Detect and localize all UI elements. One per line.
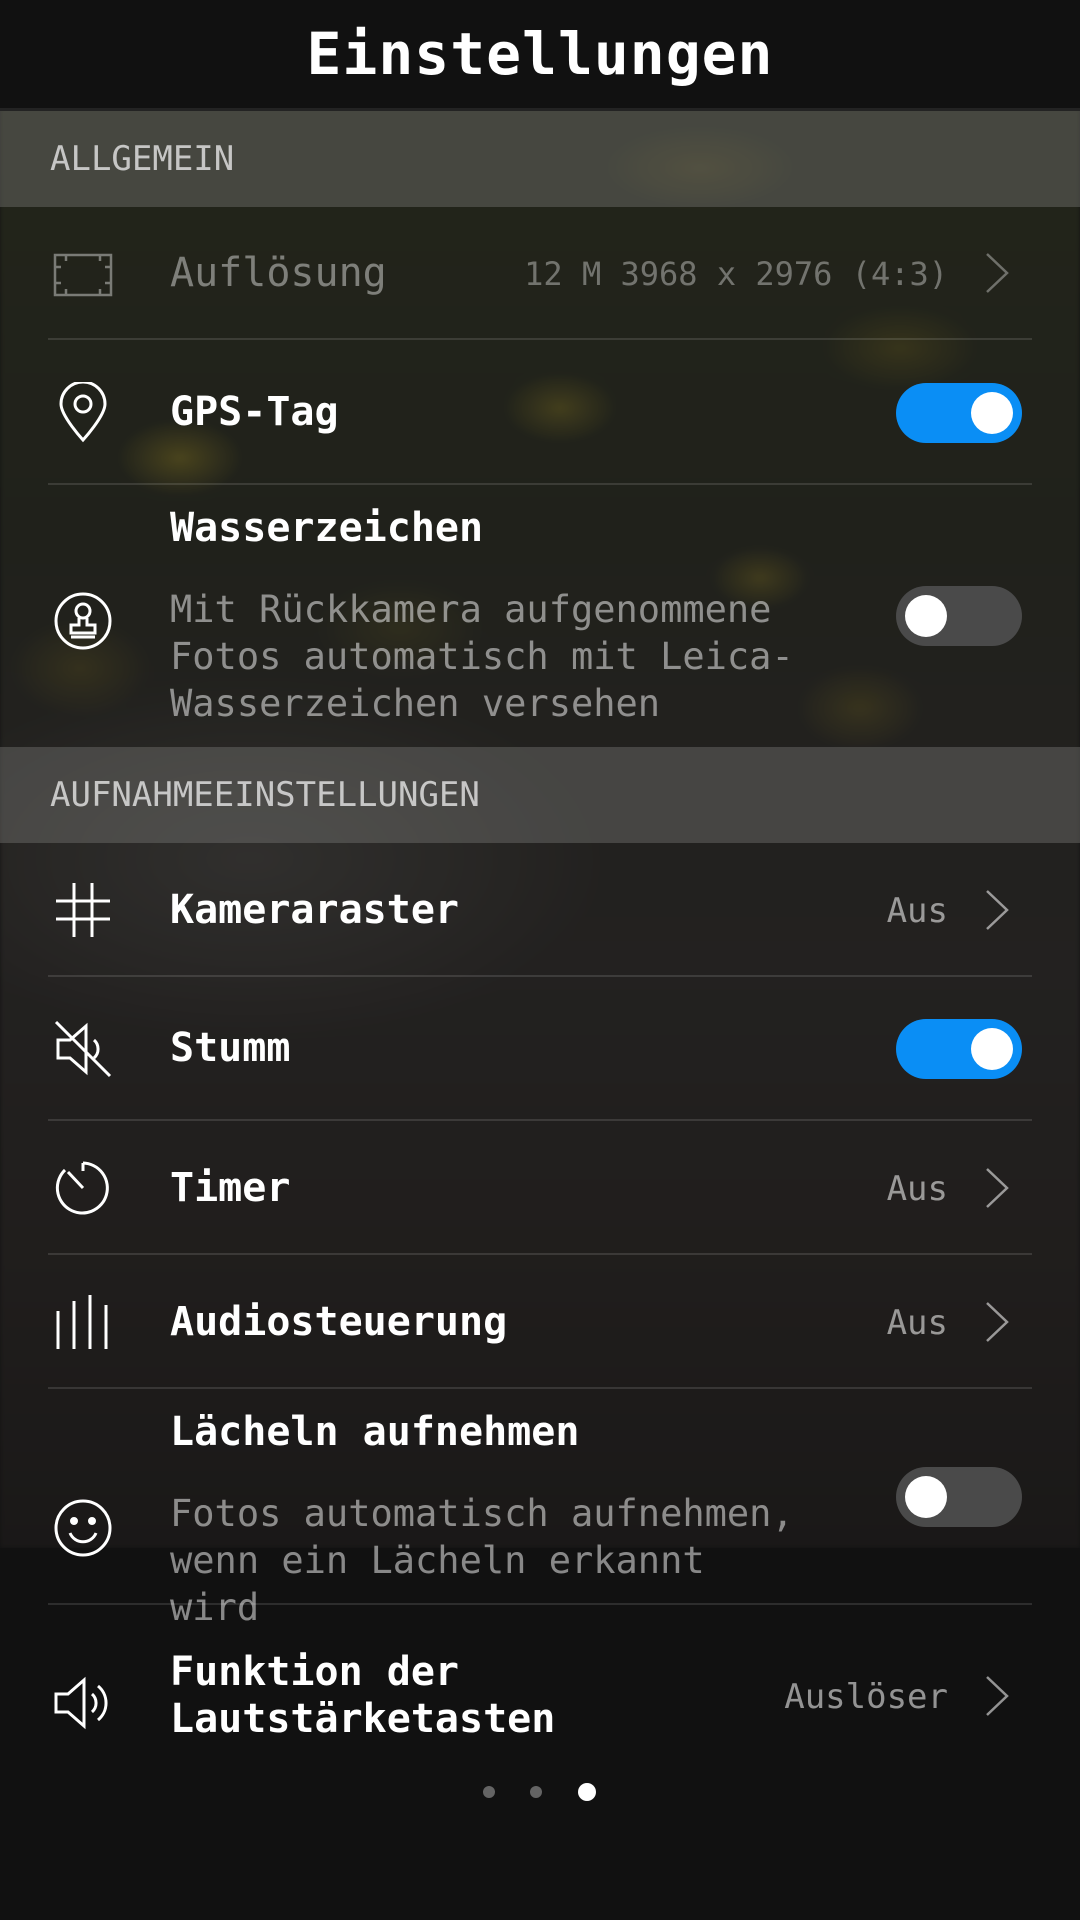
chevron-right-icon [984,251,1010,295]
settings-row-camera-grid[interactable]: Kameraraster Aus [0,843,1080,977]
page-dot[interactable] [483,1786,495,1798]
title-bar: Einstellungen [0,0,1080,111]
smiley-icon [52,1497,114,1559]
settings-row-mute[interactable]: Stumm [0,977,1080,1121]
toggle-knob [905,595,947,637]
settings-row-watermark[interactable]: Wasserzeichen Mit Rückkamera aufgenommen… [0,485,1080,747]
grid-icon [52,879,114,941]
mute-label: Stumm [170,1025,291,1071]
resolution-value: 12 M 3968 x 2976 (4:3) [524,255,948,293]
resolution-label: Auflösung [170,250,387,296]
stamp-icon [52,590,114,652]
watermark-label: Wasserzeichen [170,505,484,551]
mute-toggle[interactable] [896,1019,1022,1079]
chevron-right-icon [984,1674,1010,1718]
watermark-description-line: Wasserzeichen versehen [170,682,661,725]
chevron-right-icon [984,1300,1010,1344]
volume-keys-value: Auslöser [784,1677,948,1717]
audio-control-label: Audiosteuerung [170,1299,508,1345]
settings-row-timer[interactable]: Timer Aus [0,1121,1080,1255]
chevron-right-icon [984,888,1010,932]
settings-row-volume-keys[interactable]: Funktion der Lautstärketasten Auslöser [0,1605,1080,1785]
toggle-knob [905,1476,947,1518]
watermark-description: Mit Rückkamera aufgenommene Fotos automa… [170,586,810,727]
smile-capture-description-line: Fotos automatisch aufnehmen, [170,1492,794,1535]
toggle-knob [971,392,1013,434]
watermark-description-line: Mit Rückkamera aufgenommene [170,588,772,631]
audio-bars-icon [52,1291,114,1353]
volume-keys-label-line: Funktion der [170,1649,459,1695]
settings-row-gps-tag[interactable]: GPS-Tag [0,340,1080,485]
speaker-icon [52,1672,114,1734]
watermark-description-line: Fotos automatisch mit Leica- [170,635,794,678]
page-title: Einstellungen [306,20,774,88]
chevron-right-icon [984,1166,1010,1210]
audio-control-value: Aus [886,1303,948,1343]
timer-icon [52,1157,114,1219]
toggle-knob [971,1028,1013,1070]
timer-value: Aus [886,1169,948,1209]
resolution-icon [52,243,114,305]
camera-settings-screen: Einstellungen ALLGEMEIN Auflösung 12 M 3… [0,0,1080,1920]
settings-row-resolution: Auflösung 12 M 3968 x 2976 (4:3) [0,207,1080,340]
page-dot-active[interactable] [578,1783,596,1801]
section-label-general: ALLGEMEIN [50,139,235,179]
page-dot[interactable] [530,1786,542,1798]
smile-capture-toggle[interactable] [896,1467,1022,1527]
settings-row-audio-control[interactable]: Audiosteuerung Aus [0,1255,1080,1389]
watermark-toggle[interactable] [896,586,1022,646]
volume-keys-label: Funktion der Lautstärketasten [170,1649,555,1743]
smile-capture-label: Lächeln aufnehmen [170,1409,580,1455]
volume-keys-label-line: Lautstärketasten [170,1696,556,1742]
settings-row-smile-capture[interactable]: Lächeln aufnehmen Fotos automatisch aufn… [0,1389,1080,1629]
timer-label: Timer [170,1165,291,1211]
location-pin-icon [52,382,114,444]
section-label-capture: AUFNAHMEEINSTELLUNGEN [50,775,480,815]
speaker-muted-icon [52,1018,114,1080]
camera-grid-label: Kameraraster [170,887,459,933]
gps-tag-label: GPS-Tag [170,389,339,435]
gps-tag-toggle[interactable] [896,383,1022,443]
section-header-general: ALLGEMEIN [0,111,1080,207]
page-indicator [0,1783,1080,1803]
section-header-capture: AUFNAHMEEINSTELLUNGEN [0,747,1080,843]
camera-grid-value: Aus [886,891,948,931]
